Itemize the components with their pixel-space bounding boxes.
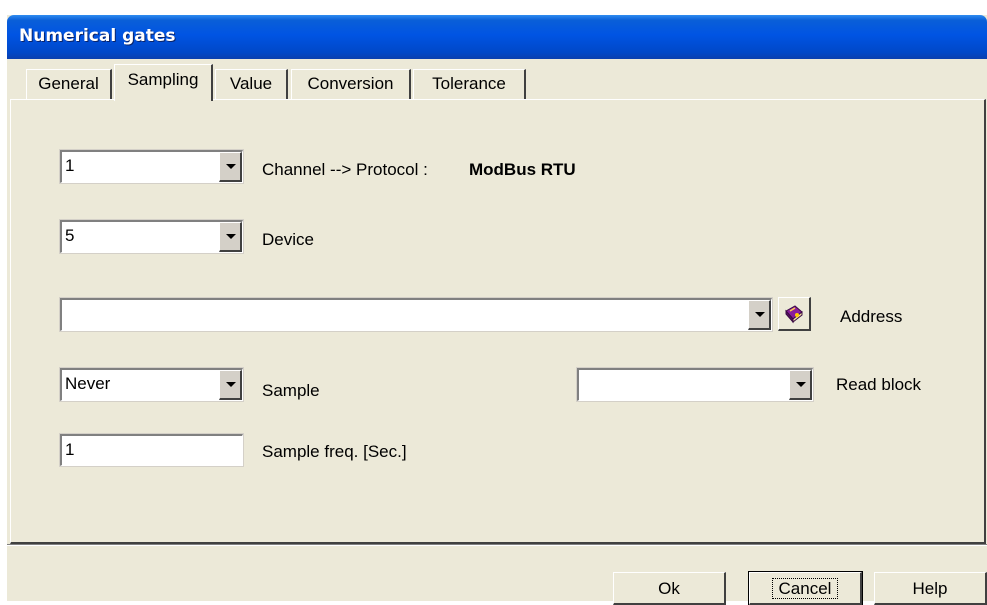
channel-dropdown-button[interactable] <box>219 152 242 182</box>
address-combobox[interactable] <box>59 297 773 332</box>
address-book-icon <box>785 305 803 324</box>
sample-value: Never <box>65 374 111 393</box>
dialog-window: Numerical gates General Sampling Value C… <box>7 15 987 605</box>
tab-conversion[interactable]: Conversion <box>291 69 411 99</box>
read-block-dropdown-button[interactable] <box>789 370 812 400</box>
tab-value[interactable]: Value <box>215 69 288 99</box>
sample-combobox[interactable]: Never <box>59 367 244 402</box>
sample-dropdown-button[interactable] <box>219 370 242 400</box>
ok-button[interactable]: Ok <box>613 572 726 605</box>
chevron-down-icon <box>796 382 806 387</box>
read-block-label: Read block <box>836 375 922 394</box>
address-label: Address <box>840 307 903 326</box>
separator-highlight <box>7 545 987 546</box>
sample-label: Sample <box>262 381 320 400</box>
window-title: Numerical gates <box>19 26 176 46</box>
chevron-down-icon <box>226 382 236 387</box>
channel-combobox[interactable]: 1 <box>59 149 244 184</box>
title-bar[interactable]: Numerical gates <box>7 15 987 59</box>
tab-tolerance[interactable]: Tolerance <box>413 69 526 99</box>
device-label: Device <box>262 230 314 249</box>
channel-label: Channel --> Protocol : <box>262 160 428 179</box>
cancel-button-label: Cancel <box>771 578 839 599</box>
tab-general[interactable]: General <box>26 69 112 99</box>
device-value: 5 <box>65 226 75 245</box>
chevron-down-icon <box>226 234 236 239</box>
cancel-button[interactable]: Cancel <box>748 571 863 605</box>
help-button[interactable]: Help <box>874 572 987 605</box>
chevron-down-icon <box>226 164 236 169</box>
sample-freq-value: 1 <box>65 440 75 459</box>
tab-sampling[interactable]: Sampling <box>114 64 213 101</box>
protocol-value: ModBus RTU <box>469 160 576 179</box>
read-block-combobox[interactable] <box>576 367 814 402</box>
chevron-down-icon <box>755 312 765 317</box>
device-combobox[interactable]: 5 <box>59 219 244 254</box>
sample-freq-input[interactable]: 1 <box>59 433 244 467</box>
channel-value: 1 <box>65 156 75 175</box>
address-dropdown-button[interactable] <box>748 300 771 330</box>
address-book-button[interactable] <box>778 297 811 331</box>
device-dropdown-button[interactable] <box>219 222 242 252</box>
sample-freq-label: Sample freq. [Sec.] <box>262 442 407 461</box>
